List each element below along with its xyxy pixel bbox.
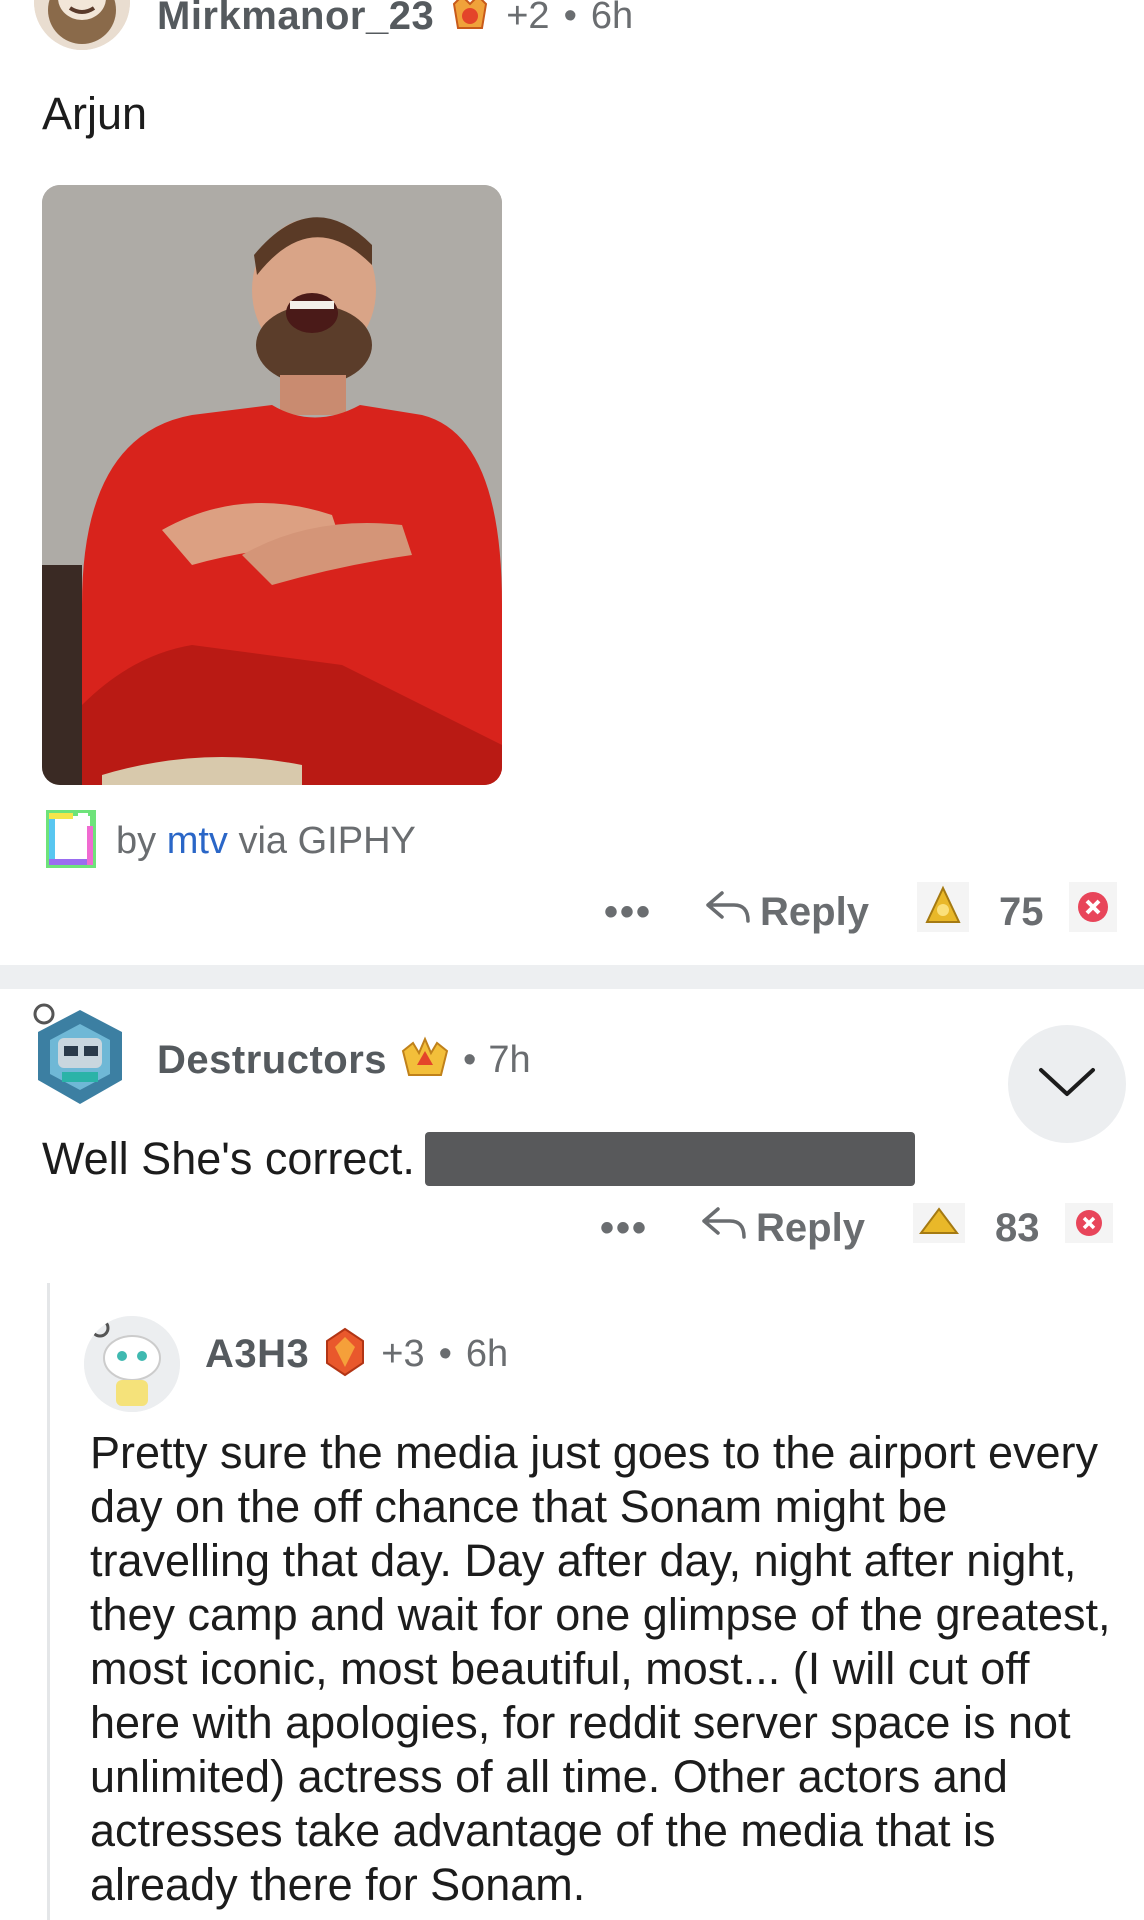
- comment-time: 7h: [488, 1039, 531, 1081]
- collapse-chevron-icon: [1037, 1064, 1097, 1105]
- thread-line[interactable]: [47, 1283, 50, 1920]
- downvote-icon[interactable]: [1065, 1203, 1114, 1253]
- vote-score: 83: [994, 1205, 1040, 1250]
- avatar[interactable]: [84, 1316, 180, 1412]
- comment-text: Pretty sure the media just goes to the a…: [90, 1427, 1111, 1910]
- comment-divider: [0, 965, 1144, 989]
- reply-button[interactable]: Reply: [704, 887, 869, 937]
- meta-separator: •: [563, 0, 577, 37]
- avatar[interactable]: [34, 0, 130, 50]
- giphy-author-link[interactable]: mtv: [167, 820, 228, 862]
- giphy-by: by: [116, 820, 157, 862]
- award-flair-icon: [399, 1035, 451, 1086]
- username[interactable]: Destructors: [157, 1038, 387, 1083]
- spoiler-redaction[interactable]: [424, 1132, 915, 1186]
- giphy-via: via GIPHY: [238, 820, 416, 862]
- award-flair-icon: [448, 0, 492, 41]
- meta-separator: •: [463, 1039, 477, 1081]
- collapse-button[interactable]: [1008, 1025, 1126, 1143]
- giphy-logo-icon: [46, 810, 96, 873]
- award-flair-icon: [323, 1327, 367, 1382]
- avatar-image: [33, 1003, 122, 1104]
- username[interactable]: Mirkmanor_23: [157, 0, 434, 39]
- reply-arrow-icon: [704, 887, 752, 937]
- reply-button[interactable]: Reply: [700, 1203, 865, 1253]
- reply-label: Reply: [756, 1205, 865, 1250]
- avatar-image: [84, 1316, 180, 1412]
- gif-image[interactable]: [42, 185, 502, 785]
- downvote-icon[interactable]: [1069, 882, 1118, 942]
- flair-extra: +2: [506, 0, 550, 37]
- gif-content: [42, 185, 502, 785]
- avatar-image: [34, 0, 130, 50]
- reply-label: Reply: [760, 889, 869, 934]
- comment-text: Arjun: [42, 88, 148, 139]
- avatar[interactable]: [30, 1002, 130, 1108]
- upvote-award-icon[interactable]: [912, 1203, 965, 1253]
- username[interactable]: A3H3: [205, 1332, 309, 1377]
- more-options-button[interactable]: •••: [604, 890, 652, 935]
- meta-separator: •: [438, 1333, 452, 1375]
- more-options-button[interactable]: •••: [600, 1206, 648, 1251]
- flair-extra: +3: [381, 1333, 425, 1375]
- reply-arrow-icon: [700, 1203, 748, 1253]
- comment-text: Well She's correct.: [42, 1133, 415, 1184]
- upvote-award-icon[interactable]: [916, 882, 969, 942]
- vote-score: 75: [998, 889, 1044, 934]
- comment-time: 6h: [465, 1333, 509, 1375]
- comment-time: 6h: [590, 0, 634, 37]
